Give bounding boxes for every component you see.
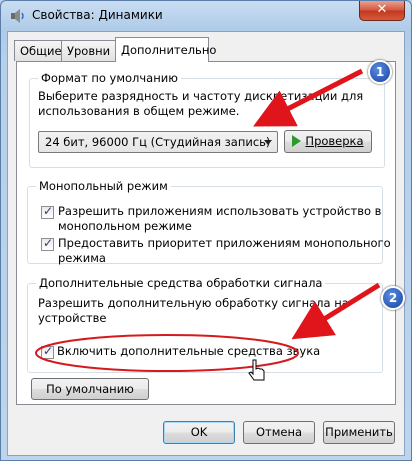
enable-enhancements-checkbox[interactable] (41, 344, 54, 359)
play-icon (292, 135, 302, 147)
title-bar[interactable]: Свойства: Динамики ✕ (1, 1, 411, 31)
default-format-title: Формат по умолчанию (38, 71, 181, 85)
tab-general[interactable]: Общие (14, 40, 62, 61)
ok-button[interactable]: OK (163, 421, 235, 444)
annotation-badge-1: 1 (368, 60, 392, 84)
default-format-description-1: Выберите разрядность и частоту дискретиз… (38, 89, 364, 104)
enhancements-description-2: устройстве (38, 311, 107, 325)
test-button-label: Проверка (305, 134, 364, 148)
exclusive-priority-label-2: режима (58, 251, 106, 265)
annotation-badge-2: 2 (381, 286, 405, 310)
enable-enhancements-label: Включить дополнительные средства звука (57, 344, 321, 358)
tab-advanced[interactable]: Дополнительно (115, 37, 216, 62)
enhancements-title: Дополнительные средства обработки сигнал… (36, 276, 326, 290)
default-format-description-2: использования в общем режиме. (38, 104, 240, 118)
exclusive-priority-checkbox[interactable] (41, 236, 54, 251)
cancel-button[interactable]: Отмена (243, 421, 315, 444)
tab-levels[interactable]: Уровни (61, 40, 116, 61)
close-button[interactable]: ✕ (359, 1, 405, 21)
enhancements-description-1: Разрешить дополнительную обработку сигна… (38, 296, 349, 310)
speaker-icon (11, 9, 24, 23)
format-select[interactable]: 24 бит, 96000 Гц (Студийная запись) (38, 131, 278, 153)
exclusive-allow-label-1: Разрешить приложениям использовать устро… (58, 204, 382, 218)
test-button[interactable]: Проверка (284, 130, 372, 153)
format-select-value: 24 бит, 96000 Гц (Студийная запись) (45, 135, 271, 149)
restore-defaults-button[interactable]: По умолчанию (31, 378, 149, 400)
exclusive-mode-title: Монопольный режим (36, 179, 171, 193)
exclusive-allow-label-2: монопольном режиме (58, 219, 192, 233)
chevron-down-icon (264, 140, 272, 145)
window-title: Свойства: Динамики (32, 8, 163, 22)
exclusive-priority-label-1: Предоставить приоритет приложениям моноп… (58, 236, 391, 250)
apply-button[interactable]: Применить (323, 421, 395, 444)
exclusive-allow-checkbox[interactable] (41, 204, 54, 219)
